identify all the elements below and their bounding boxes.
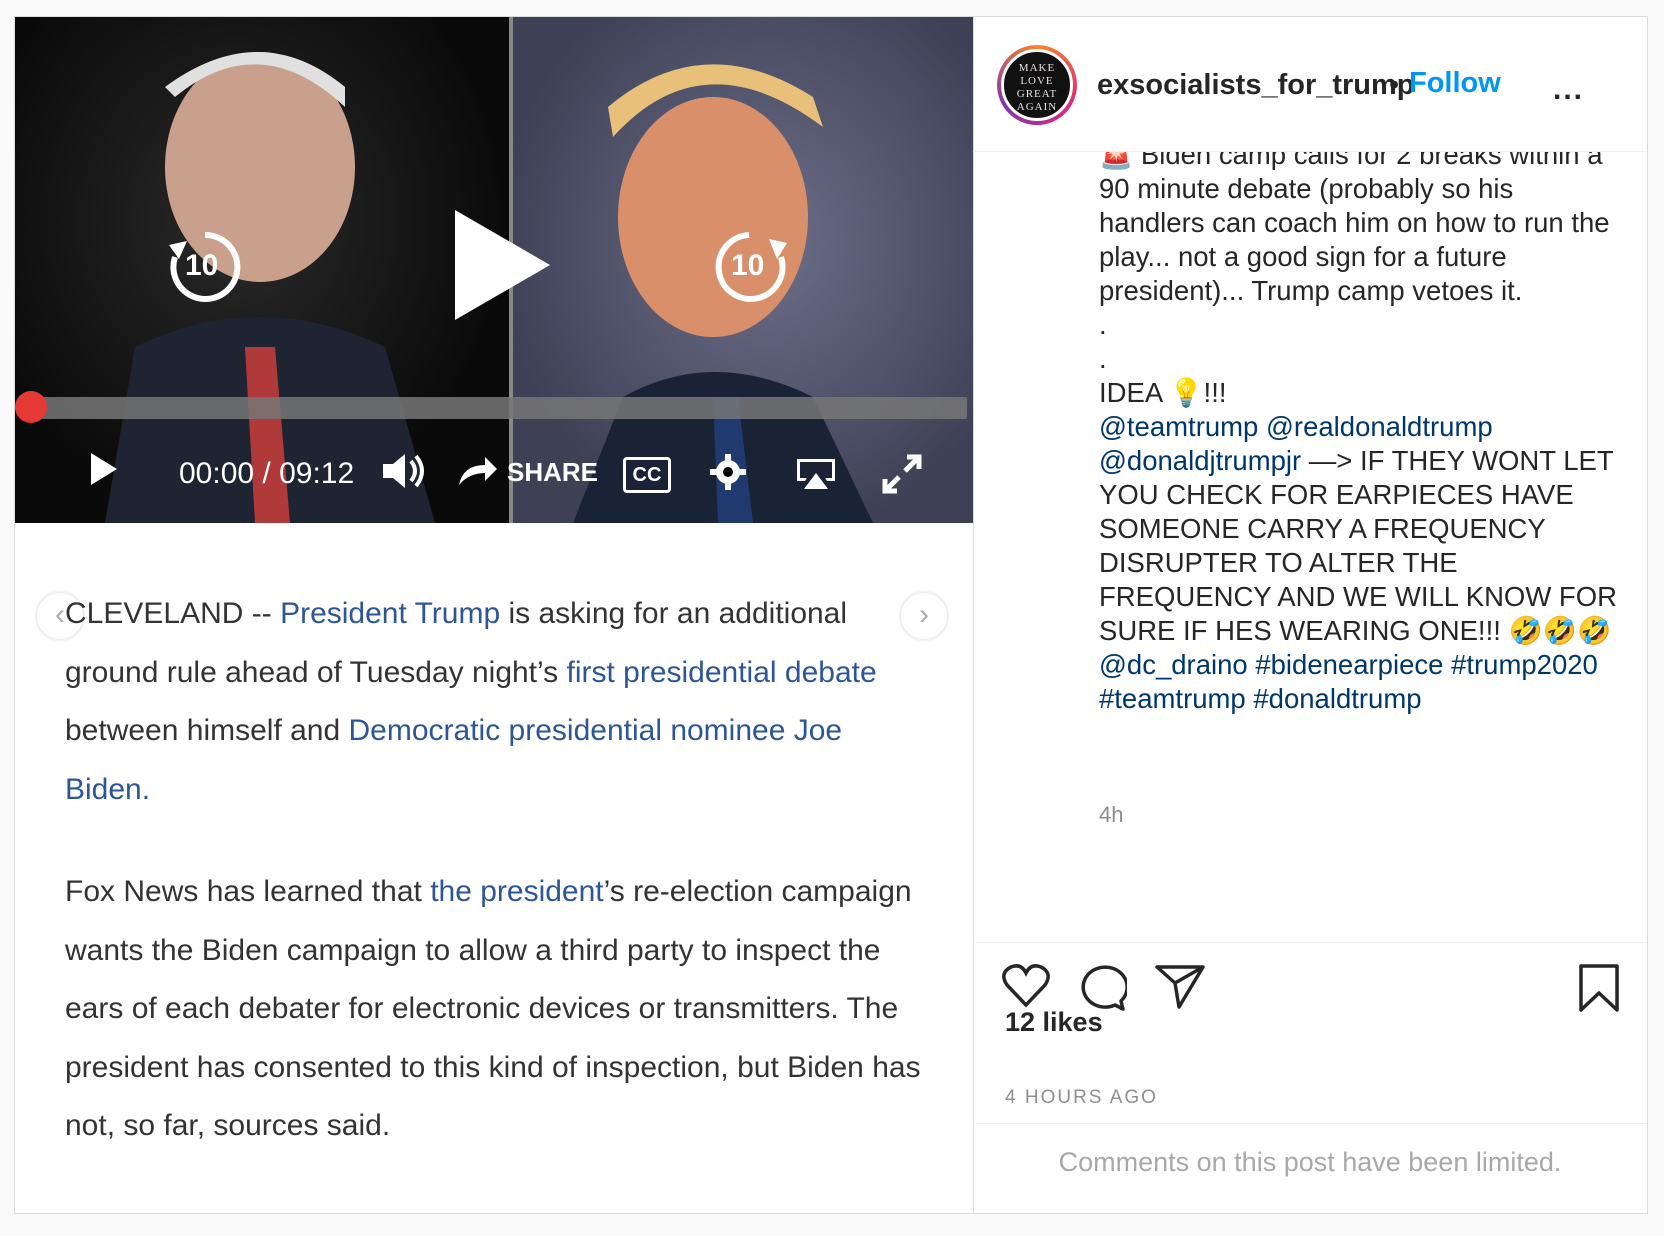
post-sidebar: MAKE LOVE GREAT AGAIN exsocialists_for_t… — [973, 17, 1647, 1213]
video-progress-bar[interactable] — [33, 397, 967, 419]
avatar-ring[interactable]: MAKE LOVE GREAT AGAIN — [997, 45, 1077, 125]
forward-seconds: 10 — [731, 249, 765, 282]
video-player[interactable]: 10 10 00:00 / 09:12 SHARE CC — [15, 17, 973, 523]
mention-link[interactable]: @donaldjtrumpjr — [1099, 445, 1301, 476]
heart-icon — [1002, 964, 1050, 1008]
caption-time[interactable]: 4h — [1099, 802, 1123, 828]
caption-dot: . — [1099, 309, 1107, 340]
caption-dot: . — [1099, 343, 1107, 374]
post-media: 10 10 00:00 / 09:12 SHARE CC ‹ › CLEVELA… — [15, 17, 974, 1213]
video-frame-left — [15, 17, 509, 523]
comment-icon — [1081, 965, 1129, 1011]
hashtag-link[interactable]: #teamtrump — [1099, 683, 1246, 714]
play-small-icon — [91, 453, 117, 485]
video-progress-knob[interactable] — [15, 391, 47, 423]
article-link: first presidential debate — [566, 655, 877, 689]
volume-icon — [383, 454, 424, 488]
forward-10-button[interactable]: 10 — [709, 223, 791, 307]
paper-plane-icon — [1155, 965, 1205, 1009]
follow-button[interactable]: Follow — [1409, 67, 1501, 100]
play-overlay-button[interactable] — [445, 205, 555, 330]
share-arrow-icon — [459, 457, 497, 485]
article-text: ’s re-election campaign wants the Biden … — [65, 875, 921, 1142]
caption-line: 🚨 Biden camp calls for 2 breaks within a… — [1099, 152, 1610, 306]
fullscreen-button[interactable] — [881, 453, 923, 500]
more-options-button[interactable]: ... — [1553, 73, 1584, 107]
post-actions: 12 likes 4 HOURS AGO — [973, 942, 1647, 1124]
avatar: MAKE LOVE GREAT AGAIN — [1001, 49, 1073, 121]
comments-limited-notice: Comments on this post have been limited. — [1058, 1147, 1562, 1177]
settings-button[interactable] — [709, 453, 747, 496]
save-button[interactable] — [1577, 963, 1621, 1018]
caption-text: 🚨 Biden camp calls for 2 breaks within a… — [1099, 152, 1619, 716]
username-link[interactable]: exsocialists_for_trump — [1097, 69, 1415, 102]
share-label: SHARE — [507, 457, 599, 487]
article-link: President Trump — [280, 597, 501, 630]
article-paragraph-2: Fox News has learned that the president’… — [65, 863, 925, 1156]
caption-line: IDEA 💡!!! — [1099, 377, 1227, 408]
post-header: MAKE LOVE GREAT AGAIN exsocialists_for_t… — [973, 17, 1647, 152]
volume-button[interactable] — [381, 451, 431, 496]
gear-icon — [710, 454, 746, 490]
likes-count[interactable]: 12 likes — [1005, 1007, 1103, 1038]
article-text: between himself and — [65, 714, 349, 747]
bookmark-icon — [1579, 964, 1619, 1012]
hashtag-link[interactable]: #trump2020 — [1451, 649, 1598, 680]
person-silhouette-left — [105, 52, 435, 523]
mention-link[interactable]: @teamtrump — [1099, 411, 1258, 442]
video-time: 00:00 / 09:12 — [179, 457, 355, 490]
hashtag-link[interactable]: #donaldtrump — [1253, 683, 1421, 714]
article-text: Fox News has learned that — [65, 875, 431, 908]
article-screenshot: CLEVELAND -- President Trump is asking f… — [65, 585, 925, 1200]
article-paragraph-1: CLEVELAND -- President Trump is asking f… — [65, 585, 925, 819]
separator-dot: • — [1389, 69, 1400, 101]
hashtag-link[interactable]: #bidenearpiece — [1255, 649, 1443, 680]
caption-scroll-area[interactable]: 🚨 Biden camp calls for 2 breaks within a… — [973, 152, 1647, 942]
post-card: 10 10 00:00 / 09:12 SHARE CC ‹ › CLEVELA… — [14, 16, 1648, 1214]
article-link: the president — [430, 875, 604, 908]
article-text: CLEVELAND -- — [65, 597, 281, 630]
play-icon — [455, 210, 550, 320]
mention-link[interactable]: @dc_draino — [1099, 649, 1248, 680]
airplay-button[interactable] — [795, 457, 837, 496]
mention-link[interactable]: @realdonaldtrump — [1266, 411, 1493, 442]
posted-time[interactable]: 4 HOURS AGO — [1005, 1087, 1158, 1109]
rewind-10-button[interactable]: 10 — [165, 227, 245, 307]
player-play-button[interactable] — [89, 451, 119, 492]
fullscreen-icon — [882, 454, 922, 494]
rewind-seconds: 10 — [185, 249, 219, 282]
airplay-icon — [797, 459, 835, 489]
share-post-button[interactable] — [1155, 963, 1205, 1014]
captions-button[interactable]: CC — [623, 457, 671, 493]
